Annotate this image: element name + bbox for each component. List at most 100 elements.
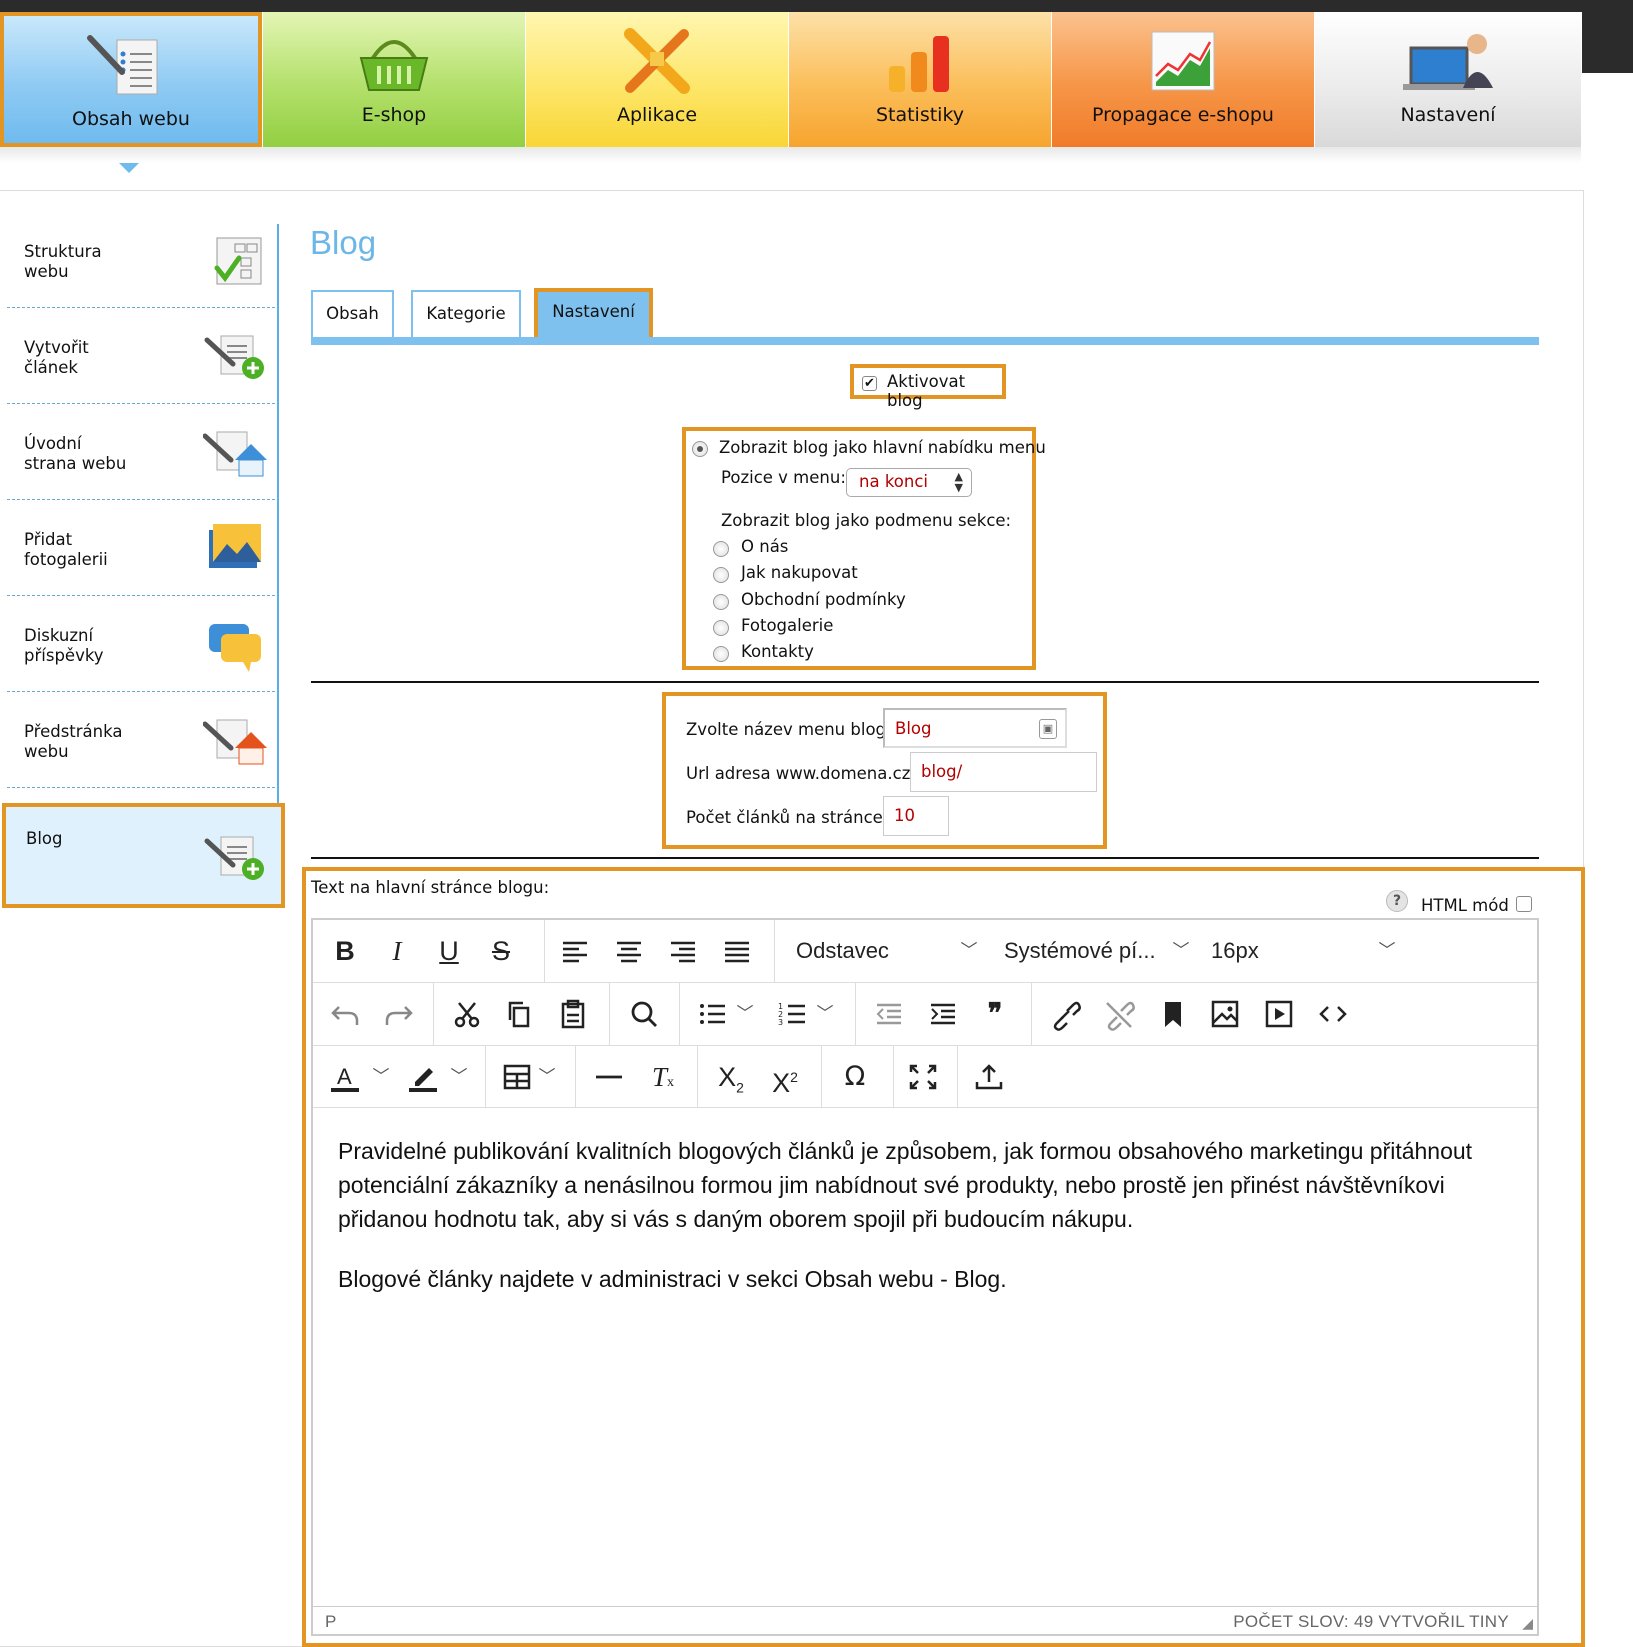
chevron-down-icon[interactable]: ﹀ [1377,932,1397,970]
svg-text:A: A [337,1064,352,1089]
sidebar-item-struktura-webu[interactable]: Struktura webu [7,212,275,308]
activate-blog-checkbox[interactable]: ✔ [862,376,877,391]
nav-tile-aplikace[interactable]: Aplikace [526,12,788,147]
bullet-list-icon[interactable] [693,995,733,1033]
tab-obsah[interactable]: Obsah [311,290,394,337]
blockquote-icon[interactable]: ❞ [975,995,1015,1033]
help-icon[interactable]: ? [1386,890,1408,912]
cut-icon[interactable] [447,995,487,1033]
paste-icon[interactable] [553,995,593,1033]
sidebar-item-uvodni-strana-webu[interactable]: Úvodní strana webu [7,404,275,500]
special-character-icon[interactable]: Ω [835,1058,875,1096]
contact-card-icon[interactable]: ▣ [1039,719,1057,739]
media-icon[interactable] [1259,995,1299,1033]
link-icon[interactable] [1045,995,1085,1033]
position-label: Pozice v menu: [721,468,846,487]
nav-tile-obsah-webu[interactable]: Obsah webu [0,12,262,147]
numbered-list-icon[interactable]: 123 [773,995,813,1033]
text-color-icon[interactable]: A [325,1058,365,1096]
toolbar-separator [575,1046,576,1107]
chevron-down-icon[interactable]: ﹀ [537,1058,557,1096]
chevron-down-icon[interactable]: ﹀ [371,1058,391,1096]
upload-icon[interactable] [969,1058,1009,1096]
toolbar-separator [609,983,610,1045]
align-center-icon[interactable] [609,932,649,970]
user-laptop-icon [1403,34,1493,90]
nav-tile-statistiky[interactable]: Statistiky [789,12,1051,147]
sidebar-item-blog[interactable]: Blog [2,803,285,908]
search-icon[interactable] [624,995,664,1033]
nav-tile-propagace-e-shopu[interactable]: Propagace e-shopu [1052,12,1314,147]
sidebar-item-label: Vytvořit článek [24,338,89,377]
redo-icon[interactable] [379,995,419,1033]
tab-nastaveni[interactable]: Nastavení [534,288,653,343]
chevron-down-icon[interactable]: ﹀ [959,932,979,970]
code-icon[interactable] [1313,995,1353,1033]
underline-icon[interactable]: U [429,932,469,970]
sidebar-item-diskuzni-prispevky[interactable]: Diskuzní příspěvky [7,596,275,692]
chevron-down-icon[interactable]: ﹀ [449,1058,469,1096]
fullscreen-icon[interactable] [903,1058,943,1096]
main-menu-radio[interactable] [692,441,708,457]
nav-tile-label: Propagace e-shopu [1092,104,1274,126]
nav-tile-nastaveni[interactable]: Nastavení [1315,12,1581,147]
html-mode-checkbox[interactable] [1516,896,1532,912]
section-separator [311,681,1539,683]
submenu-radio-obchodni-podminky[interactable] [713,594,729,610]
align-left-icon[interactable] [555,932,595,970]
block-format-select[interactable]: Odstavec [796,932,889,970]
basket-icon [359,40,429,91]
rich-text-editor: B I U S Odstavec ﹀ Systémové pí... ﹀ 16p… [311,918,1539,1636]
nav-tile-label: Statistiky [875,104,965,126]
horizontal-line-icon[interactable] [589,1058,629,1096]
activate-blog-group: ✔ Aktivovat blog [850,364,1006,410]
submenu-radio-kontakty[interactable] [713,646,729,662]
position-select[interactable]: na konci ▲ ▼ [846,468,972,497]
copy-icon[interactable] [499,995,539,1033]
url-value: blog/ [921,762,963,781]
menu-name-value: Blog [895,719,932,738]
font-family-select[interactable]: Systémové pí... [1004,932,1156,970]
editor-content[interactable]: Pravidelné publikování kvalitních blogov… [338,1134,1518,1322]
strikethrough-icon[interactable]: S [481,932,521,970]
font-size-select[interactable]: 16px [1211,932,1259,970]
sidebar-item-predstranka-webu[interactable]: Předstránka webu [7,692,275,788]
indent-icon[interactable] [923,995,963,1033]
chevron-down-icon[interactable]: ﹀ [735,995,755,1033]
sidebar-item-vytvorit-clanek[interactable]: Vytvořit článek [7,308,275,404]
clear-formatting-icon[interactable]: Tx [643,1058,683,1096]
table-icon[interactable] [497,1058,537,1096]
tab-bar [311,337,1539,345]
bold-icon[interactable]: B [325,932,365,970]
image-icon[interactable] [1205,995,1245,1033]
highlight-color-icon[interactable] [403,1058,443,1096]
tab-kategorie[interactable]: Kategorie [411,290,521,337]
editor-label: Text na hlavní stránce blogu: [311,878,550,897]
resize-handle-icon[interactable]: ◢ [1522,1615,1533,1632]
superscript-icon[interactable]: X2 [765,1058,805,1098]
bar-chart-icon [889,36,949,92]
italic-icon[interactable]: I [377,932,417,970]
bookmark-icon[interactable] [1153,995,1193,1033]
toolbar-row: ﹀ 123 ﹀ ❞ [313,983,1537,1046]
editor-statusbar: P POČET SLOV: 49 VYTVOŘIL TINY ◢ [313,1606,1537,1634]
submenu-radio-o-nas[interactable] [713,541,729,557]
menu-name-input[interactable]: Blog ▣ [883,708,1067,748]
outdent-icon[interactable] [869,995,909,1033]
nav-tile-label: Aplikace [616,104,698,126]
toolbar-separator [821,1046,822,1107]
per-page-input[interactable]: 10 [883,796,949,836]
element-path[interactable]: P [325,1612,336,1632]
undo-icon[interactable] [325,995,365,1033]
chevron-down-icon[interactable]: ﹀ [1171,932,1191,970]
sidebar-item-pridat-fotogalerii[interactable]: Přidat fotogalerii [7,500,275,596]
align-justify-icon[interactable] [717,932,757,970]
nav-tile-e-shop[interactable]: E-shop [263,12,525,147]
submenu-radio-jak-nakupovat[interactable] [713,567,729,583]
submenu-radio-fotogalerie[interactable] [713,620,729,636]
chevron-down-icon[interactable]: ﹀ [815,995,835,1033]
subscript-icon[interactable]: X2 [711,1058,751,1096]
align-right-icon[interactable] [663,932,703,970]
unlink-icon[interactable] [1099,995,1139,1033]
url-input[interactable]: blog/ [910,752,1097,792]
